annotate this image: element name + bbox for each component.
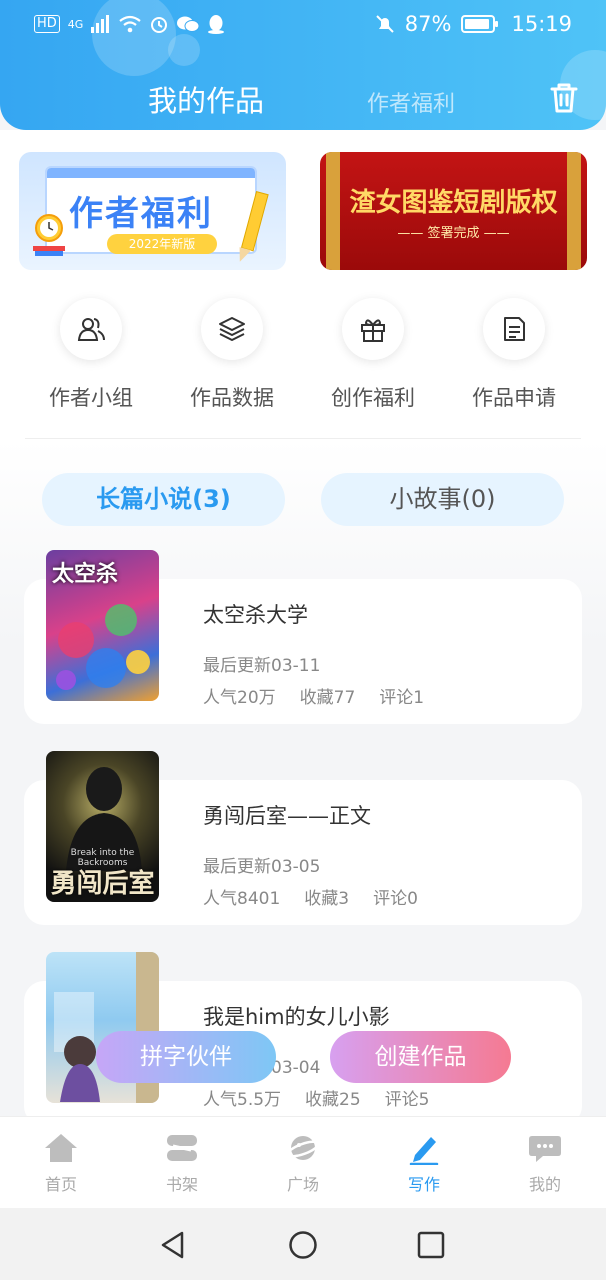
cover-art: [56, 604, 150, 690]
system-navbar: [0, 1208, 606, 1280]
work-updated: 最后更新03-11: [203, 656, 321, 676]
segment-short-stories[interactable]: 小故事(0): [321, 473, 564, 526]
quick-label: 创作福利: [331, 386, 415, 410]
status-bar: HD 4G 87% 15:19: [0, 0, 606, 52]
banner-subtitle: —— 签署完成 ——: [397, 226, 510, 241]
bookshelf-icon: [167, 1135, 197, 1161]
partner-button[interactable]: 拼字伙伴: [96, 1031, 276, 1083]
tab-label: 首页: [44, 1175, 77, 1194]
bottom-tabbar: 首页 书架 广场 写作 我的: [0, 1116, 606, 1208]
clock: 15:19: [511, 12, 572, 36]
home-icon: [45, 1134, 77, 1162]
tab-label: 写作: [407, 1175, 440, 1194]
work-popularity: 人气20万: [203, 688, 276, 708]
tab-label: 书架: [165, 1175, 198, 1194]
signal-icon: [91, 15, 110, 33]
qq-icon: [208, 15, 225, 34]
banner-drama-copyright[interactable]: 渣女图鉴短剧版权 —— 签署完成 ——: [320, 152, 587, 270]
work-popularity: 人气5.5万: [203, 1090, 282, 1110]
work-cover[interactable]: Break into the Backrooms 勇闯后室: [46, 751, 159, 902]
quick-work-data[interactable]: 作品数据: [172, 298, 292, 412]
pen-icon: [409, 1137, 439, 1165]
battery-percent: 87%: [404, 12, 452, 36]
quick-label: 作者小组: [49, 386, 133, 410]
network-indicator: 4G: [67, 17, 84, 31]
cover-title: 勇闯后室: [50, 869, 155, 899]
banner-title: 渣女图鉴短剧版权: [349, 188, 558, 218]
banner-title: 作者福利: [69, 194, 213, 234]
home-circle-icon[interactable]: [288, 1230, 318, 1260]
work-updated: 最后更新03-05: [203, 857, 321, 877]
wifi-icon: [119, 15, 142, 33]
create-work-button[interactable]: 创建作品: [330, 1031, 511, 1083]
quick-creation-benefits[interactable]: 创作福利: [313, 298, 433, 412]
work-comments: 评论0: [373, 889, 418, 909]
wechat-icon: [177, 16, 200, 32]
work-favorites: 收藏77: [299, 688, 356, 708]
recents-icon[interactable]: [416, 1230, 446, 1260]
tab-label: 广场: [286, 1175, 319, 1194]
pencil-icon: [239, 191, 269, 262]
mute-bell-icon: [376, 15, 394, 33]
quick-label: 作品数据: [190, 386, 274, 410]
back-icon[interactable]: [158, 1230, 188, 1260]
trash-icon[interactable]: [546, 80, 582, 116]
battery-icon: [461, 15, 499, 33]
hd-indicator: HD: [34, 15, 60, 33]
tab-label: 我的: [528, 1175, 561, 1194]
segment-long-novels[interactable]: 长篇小说(3): [42, 473, 285, 526]
quick-label: 作品申请: [472, 386, 556, 410]
divider: [25, 438, 581, 439]
work-title: 太空杀大学: [203, 603, 308, 627]
tab-author-benefits[interactable]: 作者福利: [367, 86, 455, 118]
work-title: 我是him的女儿小影: [203, 1005, 390, 1029]
gift-icon: [361, 319, 385, 342]
work-favorites: 收藏3: [304, 889, 350, 909]
chat-icon: [529, 1136, 561, 1162]
tab-bookshelf[interactable]: 书架: [142, 1131, 222, 1195]
work-favorites: 收藏25: [305, 1090, 361, 1110]
planet-icon: [286, 1136, 320, 1160]
tab-my-works[interactable]: 我的作品: [148, 78, 264, 120]
tab-writing[interactable]: 写作: [384, 1131, 464, 1195]
work-popularity: 人气8401: [203, 889, 281, 909]
tab-home[interactable]: 首页: [21, 1131, 101, 1195]
layers-icon: [219, 317, 245, 341]
banner-badge: 2022年新版: [107, 234, 217, 254]
quick-work-application[interactable]: 作品申请: [454, 298, 574, 412]
work-title: 勇闯后室——正文: [203, 804, 371, 828]
document-icon: [504, 317, 525, 341]
work-comments: 评论1: [379, 688, 425, 708]
work-cover[interactable]: 太空杀: [46, 550, 159, 701]
tab-me[interactable]: 我的: [505, 1131, 585, 1195]
users-icon: [77, 318, 105, 341]
banner-author-benefits[interactable]: 作者福利 2022年新版: [19, 152, 286, 270]
header: HD 4G 87% 15:19 我的作品 作者福利: [0, 0, 606, 130]
clock-icon: [33, 214, 65, 256]
quick-author-group[interactable]: 作者小组: [31, 298, 151, 412]
tab-square[interactable]: 广场: [263, 1131, 343, 1195]
work-comments: 评论5: [384, 1090, 430, 1110]
alarm-icon: [151, 17, 168, 33]
